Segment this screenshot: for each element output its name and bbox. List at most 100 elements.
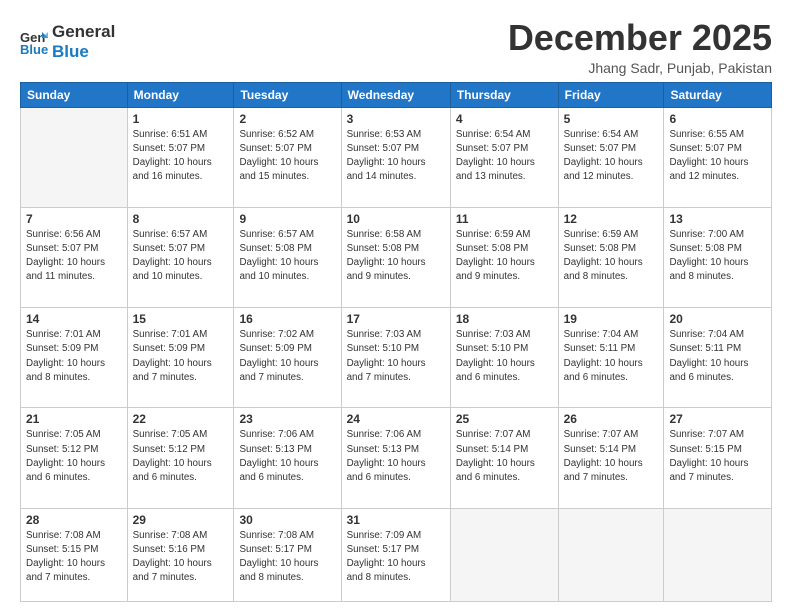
title-block: December 2025 Jhang Sadr, Punjab, Pakist… <box>508 18 772 76</box>
day-info: Sunrise: 7:08 AM Sunset: 5:15 PM Dayligh… <box>26 529 122 586</box>
calendar-cell: 12 Sunrise: 6:59 AM Sunset: 5:08 PM Dayli… <box>558 207 664 307</box>
day-info: Sunrise: 6:53 AM Sunset: 5:07 PM Dayligh… <box>347 128 445 185</box>
calendar-cell: 30Sunrise: 7:08 AM Sunset: 5:17 PM Dayli… <box>234 508 341 601</box>
day-number: 7 <box>26 212 122 226</box>
calendar-cell: 5 Sunrise: 6:54 AM Sunset: 5:07 PM Daylig… <box>558 107 664 207</box>
day-info: Sunrise: 6:51 AM Sunset: 5:07 PM Dayligh… <box>133 128 229 185</box>
calendar-cell: 19 Sunrise: 7:04 AM Sunset: 5:11 PM Dayli… <box>558 308 664 408</box>
day-info: Sunrise: 7:07 AM Sunset: 5:14 PM Dayligh… <box>564 428 659 485</box>
calendar-cell: 11 Sunrise: 6:59 AM Sunset: 5:08 PM Dayli… <box>450 207 558 307</box>
calendar-cell <box>21 107 128 207</box>
calendar-cell: 9Sunrise: 6:57 AM Sunset: 5:08 PM Daylig… <box>234 207 341 307</box>
weekday-header-friday: Friday <box>558 82 664 107</box>
calendar-cell: 21Sunrise: 7:05 AM Sunset: 5:12 PM Dayli… <box>21 408 128 508</box>
calendar-cell: 22 Sunrise: 7:05 AM Sunset: 5:12 PM Dayli… <box>127 408 234 508</box>
day-info: Sunrise: 7:04 AM Sunset: 5:11 PM Dayligh… <box>669 328 766 385</box>
day-info: Sunrise: 7:07 AM Sunset: 5:15 PM Dayligh… <box>669 428 766 485</box>
logo-line1: General <box>52 22 115 42</box>
calendar-cell: 3Sunrise: 6:53 AM Sunset: 5:07 PM Daylig… <box>341 107 450 207</box>
day-info: Sunrise: 7:08 AM Sunset: 5:16 PM Dayligh… <box>133 529 229 586</box>
calendar-cell <box>664 508 772 601</box>
week-row-5: 28 Sunrise: 7:08 AM Sunset: 5:15 PM Dayli… <box>21 508 772 601</box>
day-number: 20 <box>669 312 766 326</box>
calendar-cell <box>450 508 558 601</box>
calendar-cell: 10Sunrise: 6:58 AM Sunset: 5:08 PM Dayli… <box>341 207 450 307</box>
calendar-cell: 26 Sunrise: 7:07 AM Sunset: 5:14 PM Dayli… <box>558 408 664 508</box>
day-number: 10 <box>347 212 445 226</box>
day-info: Sunrise: 7:01 AM Sunset: 5:09 PM Dayligh… <box>26 328 122 385</box>
day-number: 12 <box>564 212 659 226</box>
day-number: 4 <box>456 112 553 126</box>
day-number: 14 <box>26 312 122 326</box>
calendar-cell: 31 Sunrise: 7:09 AM Sunset: 5:17 PM Dayli… <box>341 508 450 601</box>
header: Gen Blue General Blue December 2025 Jhan… <box>20 18 772 76</box>
day-info: Sunrise: 7:04 AM Sunset: 5:11 PM Dayligh… <box>564 328 659 385</box>
day-info: Sunrise: 6:54 AM Sunset: 5:07 PM Dayligh… <box>456 128 553 185</box>
day-number: 22 <box>133 412 229 426</box>
day-info: Sunrise: 7:02 AM Sunset: 5:09 PM Dayligh… <box>239 328 335 385</box>
calendar-cell: 15 Sunrise: 7:01 AM Sunset: 5:09 PM Dayli… <box>127 308 234 408</box>
calendar-cell: 8 Sunrise: 6:57 AM Sunset: 5:07 PM Daylig… <box>127 207 234 307</box>
calendar-cell: 6Sunrise: 6:55 AM Sunset: 5:07 PM Daylig… <box>664 107 772 207</box>
weekday-header-tuesday: Tuesday <box>234 82 341 107</box>
day-number: 29 <box>133 513 229 527</box>
day-number: 24 <box>347 412 445 426</box>
day-number: 15 <box>133 312 229 326</box>
calendar-cell: 24 Sunrise: 7:06 AM Sunset: 5:13 PM Dayli… <box>341 408 450 508</box>
page: Gen Blue General Blue December 2025 Jhan… <box>0 0 792 612</box>
day-number: 19 <box>564 312 659 326</box>
day-number: 16 <box>239 312 335 326</box>
month-title: December 2025 <box>508 18 772 58</box>
week-row-3: 14 Sunrise: 7:01 AM Sunset: 5:09 PM Dayli… <box>21 308 772 408</box>
calendar-cell: 4 Sunrise: 6:54 AM Sunset: 5:07 PM Daylig… <box>450 107 558 207</box>
day-number: 17 <box>347 312 445 326</box>
day-info: Sunrise: 6:59 AM Sunset: 5:08 PM Dayligh… <box>564 228 659 285</box>
day-number: 9 <box>239 212 335 226</box>
calendar-cell: 29 Sunrise: 7:08 AM Sunset: 5:16 PM Dayli… <box>127 508 234 601</box>
day-info: Sunrise: 7:05 AM Sunset: 5:12 PM Dayligh… <box>26 428 122 485</box>
calendar-cell: 27 Sunrise: 7:07 AM Sunset: 5:15 PM Dayli… <box>664 408 772 508</box>
calendar-cell: 20 Sunrise: 7:04 AM Sunset: 5:11 PM Dayli… <box>664 308 772 408</box>
day-number: 26 <box>564 412 659 426</box>
day-number: 11 <box>456 212 553 226</box>
day-info: Sunrise: 7:09 AM Sunset: 5:17 PM Dayligh… <box>347 529 445 586</box>
svg-text:Blue: Blue <box>20 42 48 56</box>
calendar-cell: 23Sunrise: 7:06 AM Sunset: 5:13 PM Dayli… <box>234 408 341 508</box>
calendar-cell: 7Sunrise: 6:56 AM Sunset: 5:07 PM Daylig… <box>21 207 128 307</box>
day-info: Sunrise: 6:54 AM Sunset: 5:07 PM Dayligh… <box>564 128 659 185</box>
weekday-header-monday: Monday <box>127 82 234 107</box>
day-info: Sunrise: 7:01 AM Sunset: 5:09 PM Dayligh… <box>133 328 229 385</box>
calendar-cell: 18Sunrise: 7:03 AM Sunset: 5:10 PM Dayli… <box>450 308 558 408</box>
week-row-2: 7Sunrise: 6:56 AM Sunset: 5:07 PM Daylig… <box>21 207 772 307</box>
calendar-cell: 17Sunrise: 7:03 AM Sunset: 5:10 PM Dayli… <box>341 308 450 408</box>
calendar-cell: 13 Sunrise: 7:00 AM Sunset: 5:08 PM Dayli… <box>664 207 772 307</box>
logo: Gen Blue General Blue <box>20 22 115 61</box>
day-number: 18 <box>456 312 553 326</box>
day-info: Sunrise: 6:59 AM Sunset: 5:08 PM Dayligh… <box>456 228 553 285</box>
weekday-header-thursday: Thursday <box>450 82 558 107</box>
day-number: 25 <box>456 412 553 426</box>
day-info: Sunrise: 6:57 AM Sunset: 5:07 PM Dayligh… <box>133 228 229 285</box>
day-number: 8 <box>133 212 229 226</box>
calendar-cell: 16 Sunrise: 7:02 AM Sunset: 5:09 PM Dayli… <box>234 308 341 408</box>
week-row-4: 21Sunrise: 7:05 AM Sunset: 5:12 PM Dayli… <box>21 408 772 508</box>
day-number: 5 <box>564 112 659 126</box>
day-info: Sunrise: 7:06 AM Sunset: 5:13 PM Dayligh… <box>239 428 335 485</box>
day-info: Sunrise: 6:55 AM Sunset: 5:07 PM Dayligh… <box>669 128 766 185</box>
day-number: 28 <box>26 513 122 527</box>
week-row-1: 1 Sunrise: 6:51 AM Sunset: 5:07 PM Daylig… <box>21 107 772 207</box>
day-info: Sunrise: 7:00 AM Sunset: 5:08 PM Dayligh… <box>669 228 766 285</box>
day-info: Sunrise: 7:05 AM Sunset: 5:12 PM Dayligh… <box>133 428 229 485</box>
calendar-cell: 25 Sunrise: 7:07 AM Sunset: 5:14 PM Dayli… <box>450 408 558 508</box>
day-info: Sunrise: 7:08 AM Sunset: 5:17 PM Dayligh… <box>239 529 335 586</box>
calendar-cell: 1 Sunrise: 6:51 AM Sunset: 5:07 PM Daylig… <box>127 107 234 207</box>
calendar-cell <box>558 508 664 601</box>
day-info: Sunrise: 6:52 AM Sunset: 5:07 PM Dayligh… <box>239 128 335 185</box>
day-number: 27 <box>669 412 766 426</box>
day-number: 1 <box>133 112 229 126</box>
day-info: Sunrise: 7:07 AM Sunset: 5:14 PM Dayligh… <box>456 428 553 485</box>
day-number: 31 <box>347 513 445 527</box>
location: Jhang Sadr, Punjab, Pakistan <box>508 60 772 76</box>
day-info: Sunrise: 7:06 AM Sunset: 5:13 PM Dayligh… <box>347 428 445 485</box>
day-number: 13 <box>669 212 766 226</box>
